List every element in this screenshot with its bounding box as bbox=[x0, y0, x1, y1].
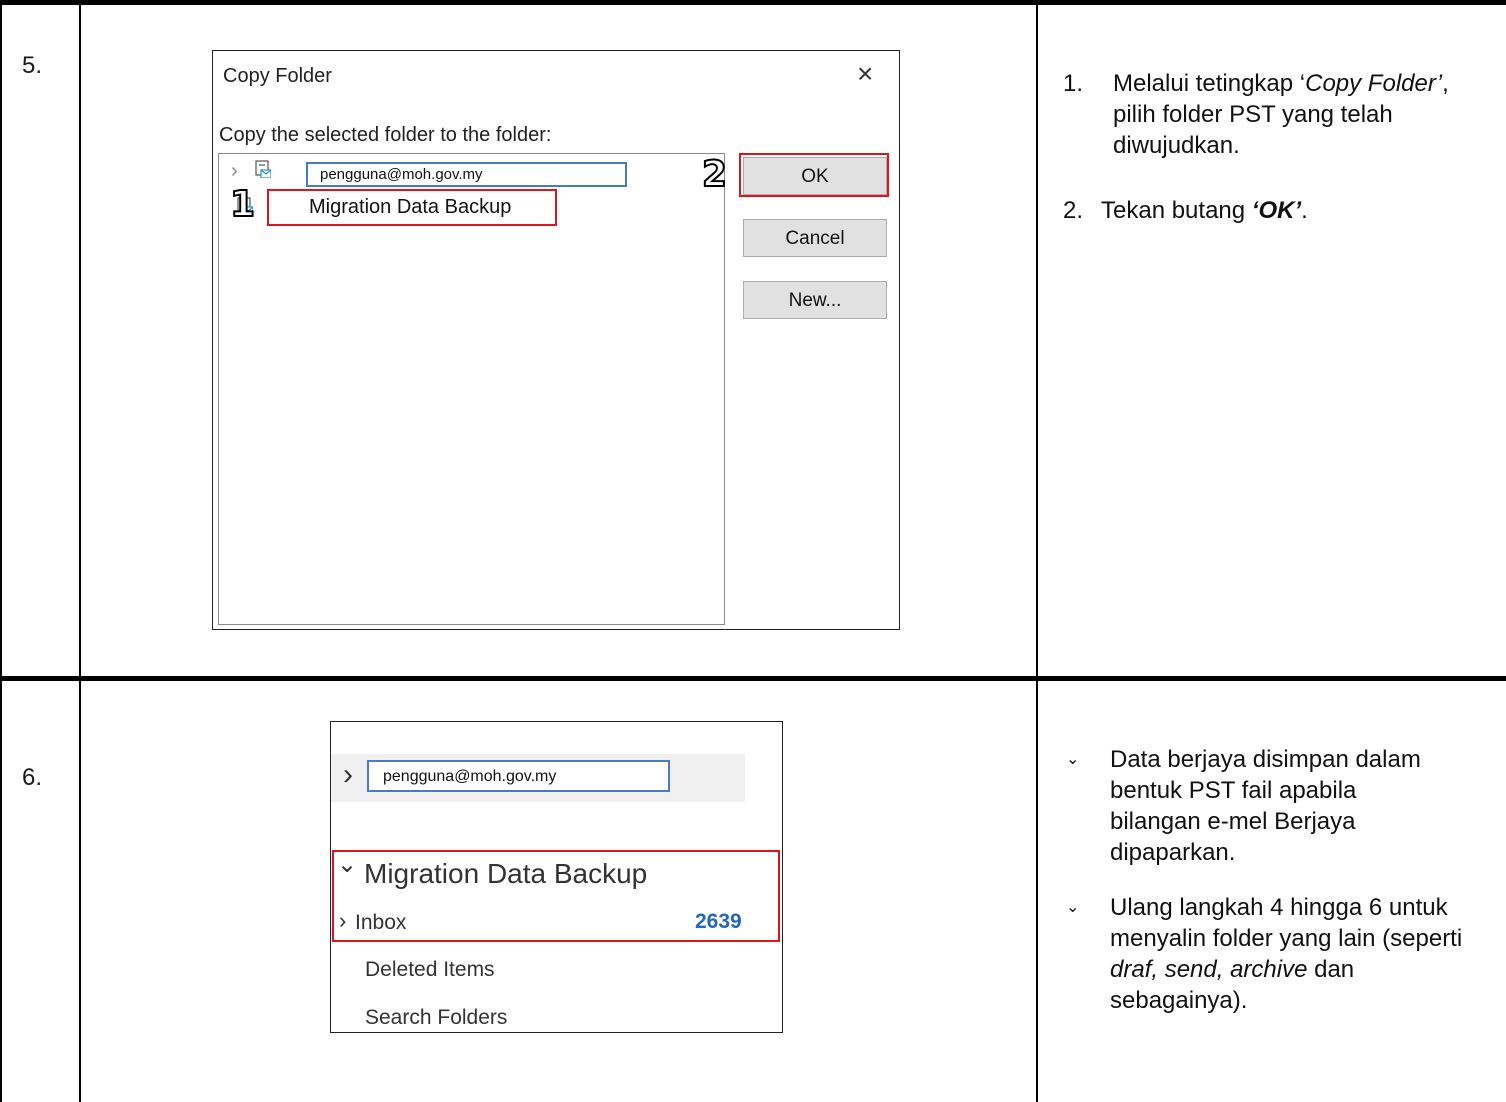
new-folder-button[interactable]: New... bbox=[743, 281, 887, 319]
marker-2: 2 bbox=[701, 154, 728, 195]
step-number-6: 6. bbox=[22, 764, 43, 791]
copy-folder-dialog: Copy Folder × Copy the selected folder t… bbox=[212, 50, 900, 630]
instruction-item-2: 2. Tekan butang ‘OK’. bbox=[1063, 195, 1463, 226]
instruction-text: Melalui tetingkap ‘ bbox=[1113, 70, 1306, 97]
chevron-right-icon[interactable]: › bbox=[231, 160, 238, 183]
instruction-text: Tekan butang bbox=[1101, 197, 1252, 224]
account-highlight: pengguna@moh.gov.my bbox=[367, 760, 670, 792]
folder-search-folders[interactable]: Search Folders bbox=[365, 1006, 507, 1030]
account-row[interactable]: › pengguna@moh.gov.my bbox=[331, 754, 745, 802]
instruction-item-1: 1. Melalui tetingkap ‘Copy Folder’, pili… bbox=[1063, 68, 1463, 161]
instruction-bold: ‘OK’ bbox=[1251, 197, 1302, 224]
bullet-icon: ⌄ bbox=[1066, 899, 1080, 916]
note-item-1: ⌄ Data berjaya disimpan dalam bentuk PST… bbox=[1066, 744, 1496, 868]
account-highlight: pengguna@moh.gov.my bbox=[306, 162, 627, 187]
chevron-right-icon[interactable]: › bbox=[343, 758, 353, 792]
instruction-number: 2. bbox=[1063, 197, 1084, 224]
cancel-button[interactable]: Cancel bbox=[743, 219, 887, 257]
folder-pst[interactable]: Migration Data Backup bbox=[364, 858, 647, 890]
table-top-border bbox=[0, 0, 1506, 5]
note-text: Ulang langkah 4 hingga 6 untuk menyalin … bbox=[1110, 894, 1463, 952]
tree-item-label: Migration Data Backup bbox=[309, 196, 512, 218]
table-left-border bbox=[0, 0, 2, 1102]
outlook-folder-pane: › pengguna@moh.gov.my ⌄ Migration Data B… bbox=[330, 721, 783, 1033]
column-divider-text bbox=[1036, 0, 1038, 1102]
folder-deleted-items[interactable]: Deleted Items bbox=[365, 958, 495, 982]
column-divider-number bbox=[79, 0, 81, 1102]
tree-item-label: pengguna@moh.gov.my bbox=[320, 166, 483, 183]
chevron-down-icon[interactable]: ⌄ bbox=[337, 850, 357, 879]
folder-tree[interactable]: › pengguna@moh.gov.my Migration Data Bac… bbox=[218, 153, 725, 625]
tree-item-pst-folder[interactable]: Migration Data Backup bbox=[237, 189, 557, 226]
instruction-number: 1. bbox=[1063, 70, 1084, 97]
mailbox-icon bbox=[255, 160, 271, 178]
chevron-right-icon[interactable]: › bbox=[339, 908, 346, 934]
step-number-5: 5. bbox=[22, 52, 43, 79]
step-6-notes: ⌄ Data berjaya disimpan dalam bentuk PST… bbox=[1066, 744, 1496, 1016]
instruction-text: . bbox=[1301, 197, 1308, 224]
bullet-icon: ⌄ bbox=[1066, 751, 1080, 768]
instruction-italic: Copy Folder’ bbox=[1305, 70, 1443, 97]
marker-1: 1 bbox=[229, 184, 256, 225]
unread-count-badge: 2639 bbox=[695, 910, 742, 933]
dialog-title: Copy Folder bbox=[223, 65, 332, 87]
close-icon[interactable]: × bbox=[857, 59, 873, 89]
row-divider bbox=[0, 676, 1506, 681]
folder-inbox[interactable]: Inbox bbox=[355, 911, 406, 935]
account-label: pengguna@moh.gov.my bbox=[383, 768, 557, 785]
note-text: Data berjaya disimpan dalam bentuk PST f… bbox=[1110, 746, 1421, 866]
dialog-instruction-label: Copy the selected folder to the folder: bbox=[219, 124, 552, 146]
step-5-instructions: 1. Melalui tetingkap ‘Copy Folder’, pili… bbox=[1063, 68, 1463, 226]
note-item-2: ⌄ Ulang langkah 4 hingga 6 untuk menyali… bbox=[1066, 892, 1496, 1016]
ok-button[interactable]: OK bbox=[743, 157, 887, 195]
note-italic: draf, send, archive bbox=[1110, 956, 1308, 983]
